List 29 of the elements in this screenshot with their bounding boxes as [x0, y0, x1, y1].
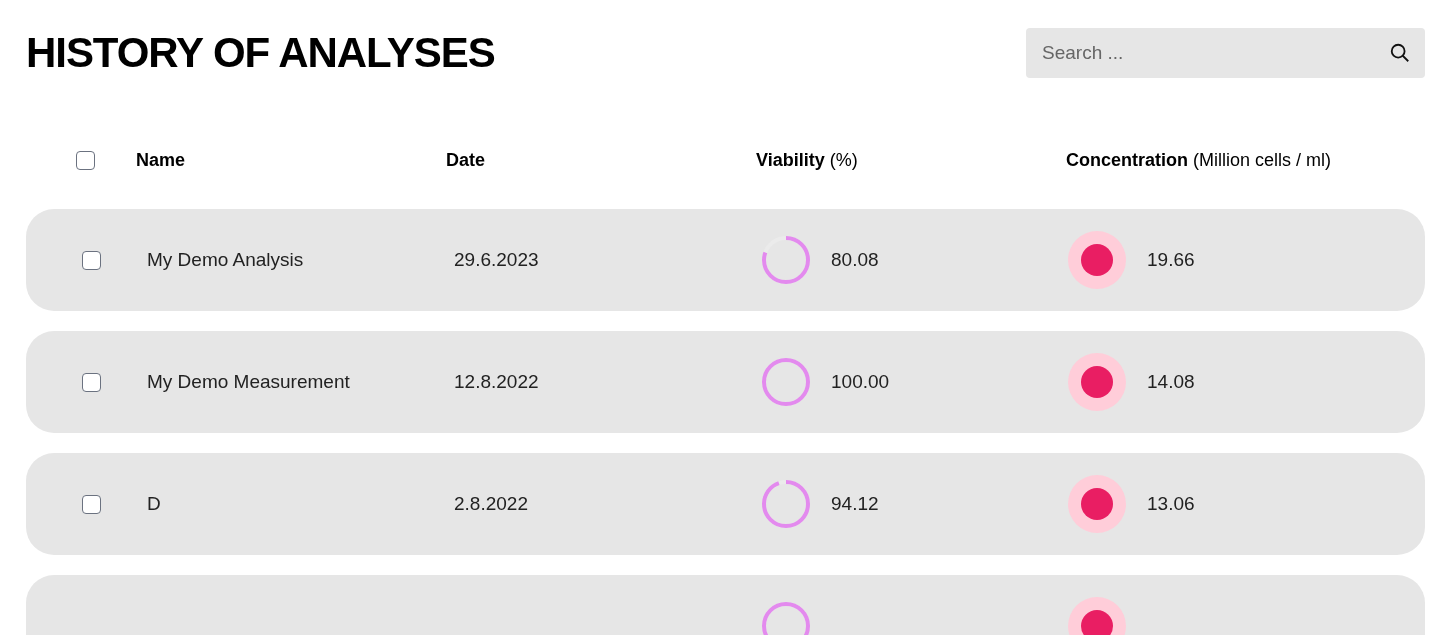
analysis-name: D [147, 492, 161, 514]
concentration-value: 19.66 [1147, 247, 1195, 272]
column-header: Viability (%) [756, 148, 859, 172]
analysis-row[interactable]: My Demo Analysis 29.6.2023 80.08 19.66 [26, 209, 1425, 311]
analysis-date: 12.8.2022 [454, 370, 539, 392]
analysis-row[interactable]: My Demo Measurement 12.8.2022 100.00 14.08 [26, 331, 1425, 433]
checkbox[interactable] [82, 250, 101, 270]
page-title: HISTORY OF ANALYSES [26, 32, 495, 74]
checkbox[interactable] [76, 150, 95, 170]
viability-ring [761, 357, 811, 407]
viability-ring [761, 235, 811, 285]
column-header: Concentration (Million cells / ml) [1066, 148, 1332, 172]
analysis-date: 29.6.2023 [454, 248, 539, 270]
search-icon[interactable] [1389, 42, 1411, 64]
analysis-row[interactable]: D 2.8.2022 94.12 13.06 [26, 453, 1425, 555]
checkbox[interactable] [82, 494, 101, 514]
viability-value: 94.12 [831, 491, 879, 516]
search-field[interactable]: Search ... [1026, 28, 1425, 78]
analysis-name: My Demo Measurement [147, 370, 350, 392]
analysis-date: 2.8.2022 [454, 492, 528, 514]
viability-value: 80.08 [831, 247, 879, 272]
viability-ring [761, 479, 811, 529]
concentration-value: 14.08 [1147, 369, 1195, 394]
concentration-value: 13.06 [1147, 491, 1195, 516]
checkbox[interactable] [82, 372, 101, 392]
viability-value: 100.00 [831, 369, 890, 394]
analysis-name: My Demo Analysis [147, 248, 304, 270]
column-header: Name [136, 148, 187, 172]
column-header: Date [446, 148, 486, 172]
